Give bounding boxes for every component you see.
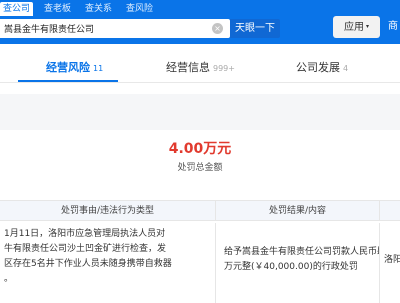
tab-business-info[interactable]: 经营信息 999+ bbox=[166, 54, 235, 82]
top-bar: 查公司 查老板 查关系 查风险 × 天眼一下 应用▾ 商 bbox=[0, 0, 400, 44]
authority-text: 洛阳 bbox=[384, 255, 400, 265]
tab-boss[interactable]: 查老板 bbox=[41, 2, 74, 16]
search-button[interactable]: 天眼一下 bbox=[230, 19, 280, 38]
reason-line: 牛有限责任公司沙土凹金矿进行检查，发 bbox=[4, 244, 167, 254]
tab-count: 11 bbox=[93, 64, 104, 73]
tab-count: 4 bbox=[343, 64, 349, 73]
penalty-amount-label: 处罚总金额 bbox=[177, 163, 223, 173]
active-tab-underline bbox=[18, 80, 118, 82]
chevron-down-icon: ▾ bbox=[365, 23, 369, 30]
tab-relation[interactable]: 查关系 bbox=[82, 2, 115, 16]
result-line: 万元整(￥40,000.00)的行政处罚 bbox=[224, 262, 358, 272]
search-box: × bbox=[0, 19, 230, 38]
column-header-reason: 处罚事由/违法行为类型 bbox=[0, 201, 216, 221]
tab-label: 经营风险 bbox=[46, 61, 90, 74]
cell-reason: 1月11日，洛阳市应急管理局执法人员对 牛有限责任公司沙土凹金矿进行检查，发 区… bbox=[0, 223, 216, 303]
clear-icon[interactable]: × bbox=[212, 23, 223, 34]
app-menu-button[interactable]: 应用 ▾ bbox=[333, 16, 380, 38]
header-cut-text[interactable]: 商 bbox=[388, 18, 398, 36]
tab-label: 公司发展 bbox=[296, 61, 340, 74]
column-header-authority bbox=[380, 201, 400, 221]
result-line: 给予嵩县金牛有限责任公司罚款人民币肆 bbox=[224, 247, 380, 257]
penalty-amount: 4.00万元 bbox=[168, 141, 232, 157]
cell-result: 给予嵩县金牛有限责任公司罚款人民币肆 万元整(￥40,000.00)的行政处罚 bbox=[216, 223, 380, 303]
section-tabs: 经营风险 11 经营信息 999+ 公司发展 4 bbox=[0, 54, 400, 83]
search-input[interactable] bbox=[4, 19, 204, 38]
section-divider bbox=[0, 94, 400, 130]
reason-line: 。 bbox=[4, 274, 14, 284]
reason-line: 1月11日，洛阳市应急管理局执法人员对 bbox=[4, 229, 166, 239]
tab-count: 999+ bbox=[213, 64, 235, 73]
tab-label: 经营信息 bbox=[166, 61, 210, 74]
tab-company[interactable]: 查公司 bbox=[0, 2, 34, 16]
tab-business-risk[interactable]: 经营风险 11 bbox=[46, 54, 103, 82]
cell-authority: 洛阳 bbox=[380, 223, 400, 303]
reason-line: 区存在5名井下作业人员未随身携带自救器 bbox=[4, 259, 172, 269]
penalty-table: 处罚事由/违法行为类型 处罚结果/内容 1月11日，洛阳市应急管理局执法人员对 … bbox=[0, 200, 400, 303]
app-menu-label: 应用 bbox=[343, 22, 364, 33]
search-type-tabs: 查公司 查老板 查关系 查风险 bbox=[0, 2, 164, 16]
tab-company-development[interactable]: 公司发展 4 bbox=[296, 54, 348, 82]
tab-risk[interactable]: 查风险 bbox=[123, 2, 156, 16]
column-header-result: 处罚结果/内容 bbox=[216, 201, 380, 221]
